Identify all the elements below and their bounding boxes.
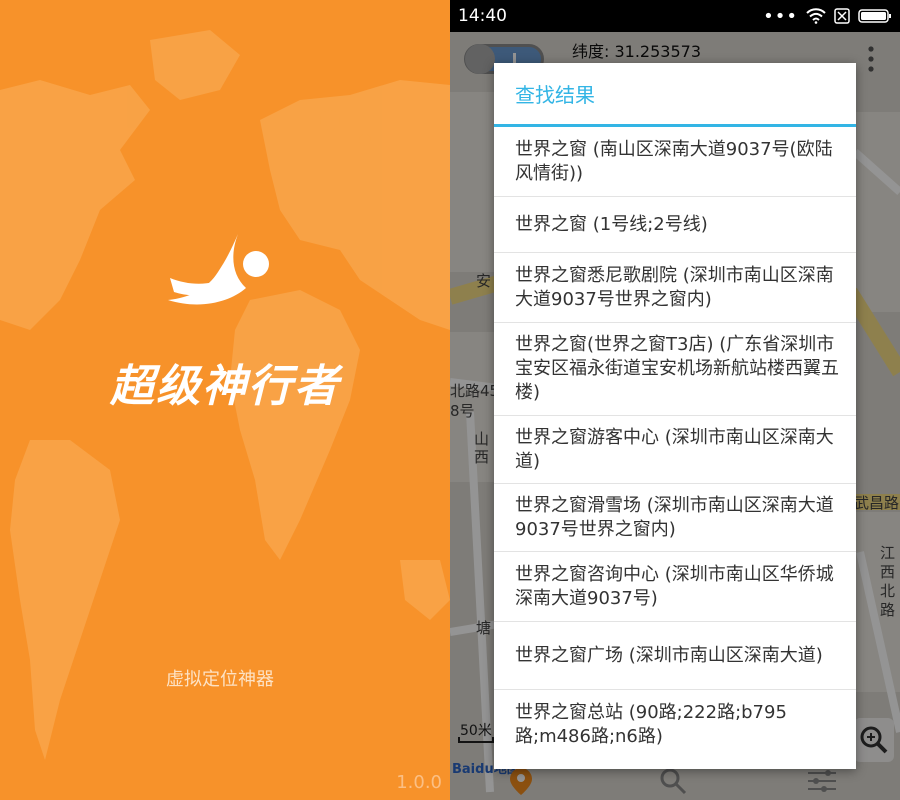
result-item[interactable]: 世界之窗游客中心 (深圳市南山区深南大道) — [494, 416, 856, 484]
app-version: 1.0.0 — [396, 772, 442, 793]
sim-off-icon — [834, 8, 850, 24]
result-item[interactable]: 世界之窗滑雪场 (深圳市南山区深南大道9037号世界之窗内) — [494, 484, 856, 552]
search-results-dialog: 查找结果 世界之窗 (南山区深南大道9037号(欧陆风情街)) 世界之窗 (1号… — [494, 63, 856, 769]
result-item[interactable]: 世界之窗 (南山区深南大道9037号(欧陆风情街)) — [494, 127, 856, 197]
app-tagline: 虚拟定位神器 — [166, 669, 274, 690]
status-time: 14:40 — [458, 6, 507, 26]
status-icons: ••• — [763, 6, 892, 27]
result-item[interactable]: 世界之窗 (1号线;2号线) — [494, 197, 856, 253]
dialog-title: 查找结果 — [494, 63, 856, 127]
phone-screen: 安 北路45 8号 山西 武昌路 江西北路 塘 50米 Baidu地图 纬度: … — [450, 0, 900, 800]
result-item[interactable]: 世界之窗咨询中心 (深圳市南山区华侨城深南大道9037号) — [494, 552, 856, 622]
result-list: 世界之窗 (南山区深南大道9037号(欧陆风情街)) 世界之窗 (1号线;2号线… — [494, 127, 856, 760]
splash-screen: 超级神行者 虚拟定位神器 1.0.0 — [0, 0, 450, 800]
app-name: 超级神行者 — [110, 361, 340, 412]
more-dots-icon: ••• — [763, 5, 798, 27]
runner-logo-icon — [168, 234, 269, 305]
result-item[interactable]: 世界之窗悉尼歌剧院 (深圳市南山区深南大道9037号世界之窗内) — [494, 253, 856, 323]
wifi-icon — [806, 8, 826, 24]
result-item[interactable]: 世界之窗(世界之窗T3店) (广东省深圳市宝安区福永街道宝安机场新航站楼西翼五楼… — [494, 323, 856, 416]
status-bar: 14:40 ••• — [450, 0, 900, 32]
result-item[interactable]: 世界之窗广场 (深圳市南山区深南大道) — [494, 622, 856, 690]
result-item[interactable]: 世界之窗总站 (90路;222路;b795路;m486路;n6路) — [494, 690, 856, 760]
battery-icon — [858, 9, 891, 23]
